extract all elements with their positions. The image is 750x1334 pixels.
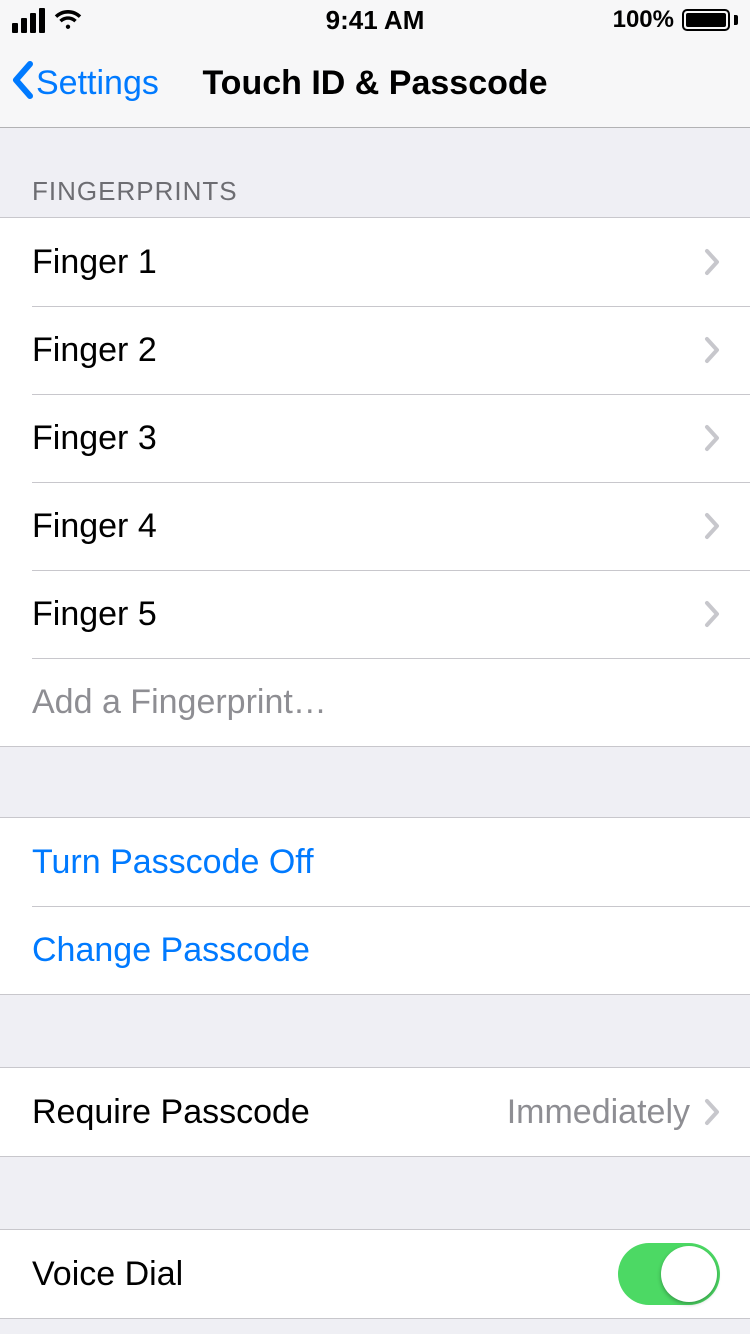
require-passcode-group: Require Passcode Immediately [0,1067,750,1157]
change-passcode-label: Change Passcode [32,931,310,970]
fingerprint-row-1[interactable]: Finger 1 [0,218,750,306]
content: FINGERPRINTS Finger 1 Finger 2 Finger 3 … [0,128,750,1334]
fingerprint-label: Finger 4 [32,507,157,546]
voice-dial-toggle[interactable] [618,1243,720,1305]
voice-dial-group: Voice Dial [0,1229,750,1319]
status-right: 100% [613,6,738,34]
section-gap [0,747,750,817]
add-fingerprint-row[interactable]: Add a Fingerprint… [0,658,750,746]
cellular-signal-icon [12,8,45,33]
voice-dial-label: Voice Dial [32,1255,183,1294]
navigation-bar: Settings Touch ID & Passcode [0,40,750,128]
require-passcode-value: Immediately [507,1093,690,1132]
fingerprint-label: Finger 2 [32,331,157,370]
fingerprint-row-2[interactable]: Finger 2 [0,306,750,394]
voice-dial-footer-note: Music Voice Control is always enabled. [0,1319,750,1334]
section-gap [0,1157,750,1229]
fingerprint-row-3[interactable]: Finger 3 [0,394,750,482]
toggle-knob [661,1246,717,1302]
fingerprint-row-4[interactable]: Finger 4 [0,482,750,570]
turn-passcode-off-label: Turn Passcode Off [32,843,314,882]
require-passcode-label: Require Passcode [32,1093,310,1132]
voice-dial-row: Voice Dial [0,1230,750,1318]
fingerprint-label: Finger 1 [32,243,157,282]
chevron-right-icon [704,248,720,276]
battery-percent: 100% [613,6,674,34]
section-header-fingerprints: FINGERPRINTS [0,128,750,217]
chevron-right-icon [704,600,720,628]
fingerprints-list: Finger 1 Finger 2 Finger 3 Finger 4 Fing… [0,217,750,747]
chevron-right-icon [704,512,720,540]
wifi-icon [53,9,83,31]
fingerprint-row-5[interactable]: Finger 5 [0,570,750,658]
status-bar: 9:41 AM 100% [0,0,750,40]
back-button[interactable]: Settings [10,60,159,108]
status-left [12,8,83,33]
add-fingerprint-label: Add a Fingerprint… [32,683,327,722]
back-label: Settings [36,64,159,103]
change-passcode-row[interactable]: Change Passcode [0,906,750,994]
fingerprint-label: Finger 3 [32,419,157,458]
chevron-right-icon [704,336,720,364]
require-passcode-row[interactable]: Require Passcode Immediately [0,1068,750,1156]
chevron-left-icon [10,60,34,108]
section-gap [0,995,750,1067]
battery-icon [682,9,738,31]
turn-passcode-off-row[interactable]: Turn Passcode Off [0,818,750,906]
passcode-actions: Turn Passcode Off Change Passcode [0,817,750,995]
chevron-right-icon [704,1098,720,1126]
chevron-right-icon [704,424,720,452]
fingerprint-label: Finger 5 [32,595,157,634]
status-time: 9:41 AM [326,5,425,36]
page-title: Touch ID & Passcode [202,64,547,103]
